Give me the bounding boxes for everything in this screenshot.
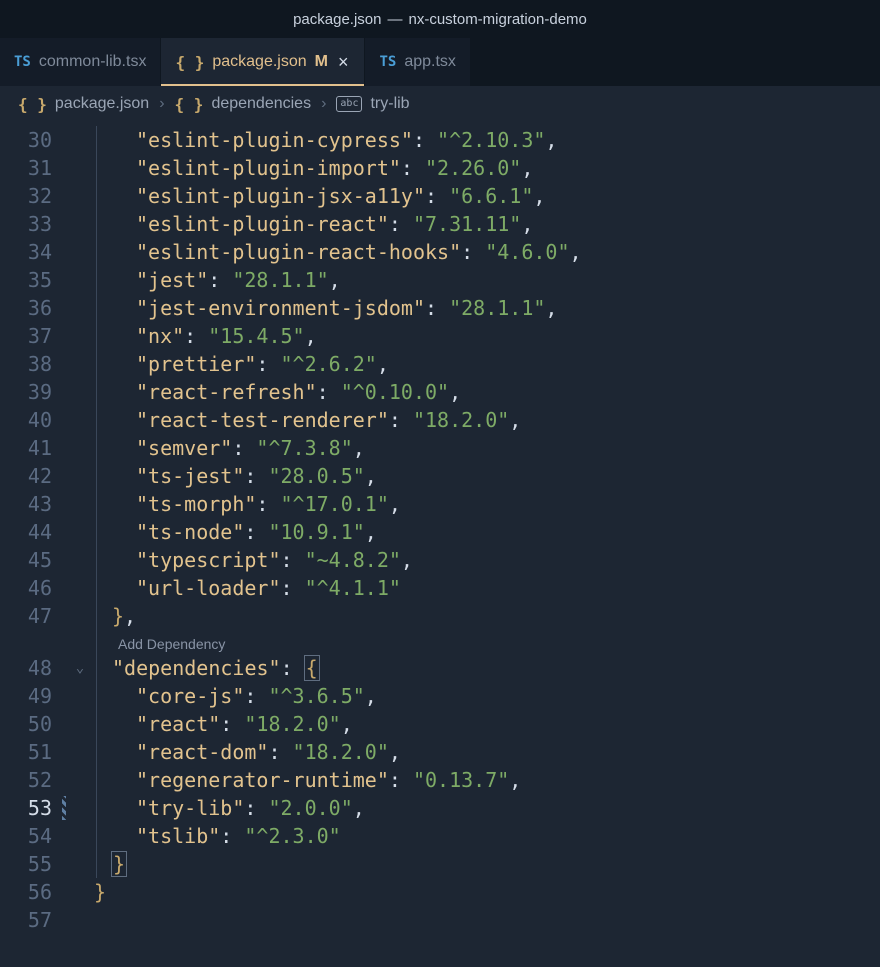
json-icon: { } <box>18 95 47 114</box>
fold-column: ⌄ <box>70 122 90 967</box>
typescript-icon: TS <box>379 54 396 70</box>
breadcrumb-label: package.json <box>55 95 149 113</box>
breadcrumb-item[interactable]: abc try-lib <box>336 95 409 113</box>
breadcrumb-item[interactable]: { } dependencies <box>175 95 312 114</box>
title-separator: — <box>388 11 403 28</box>
tab-bar: TS common-lib.tsx { } package.json M × T… <box>0 38 880 86</box>
title-file: package.json <box>293 11 381 28</box>
tab-package-json[interactable]: { } package.json M × <box>161 38 365 86</box>
breadcrumb-item[interactable]: { } package.json <box>18 95 149 114</box>
close-icon[interactable]: × <box>336 53 351 71</box>
breadcrumb: { } package.json › { } dependencies › ab… <box>0 86 880 122</box>
tab-app[interactable]: TS app.tsx <box>365 38 470 86</box>
chevron-right-icon: › <box>159 95 164 113</box>
breadcrumb-label: try-lib <box>370 95 409 113</box>
indent-guides <box>90 122 106 967</box>
modified-marker: M <box>315 53 328 71</box>
string-icon: abc <box>336 96 362 112</box>
tab-label: app.tsx <box>404 53 456 71</box>
tab-label: package.json <box>212 53 306 71</box>
title-bar: package.json — nx-custom-migration-demo <box>0 0 880 38</box>
tab-common-lib[interactable]: TS common-lib.tsx <box>0 38 161 86</box>
tab-label: common-lib.tsx <box>39 53 147 71</box>
line-numbers: 3031323334353637383940414243444546474849… <box>0 122 70 967</box>
json-icon: { } <box>175 95 204 114</box>
breadcrumb-label: dependencies <box>211 95 311 113</box>
title-project: nx-custom-migration-demo <box>409 11 587 28</box>
json-icon: { } <box>175 53 204 72</box>
typescript-icon: TS <box>14 54 31 70</box>
code-editor[interactable]: 3031323334353637383940414243444546474849… <box>0 122 880 967</box>
code-content[interactable]: "eslint-plugin-cypress": "^2.10.3","esli… <box>106 122 880 967</box>
chevron-right-icon: › <box>321 95 326 113</box>
